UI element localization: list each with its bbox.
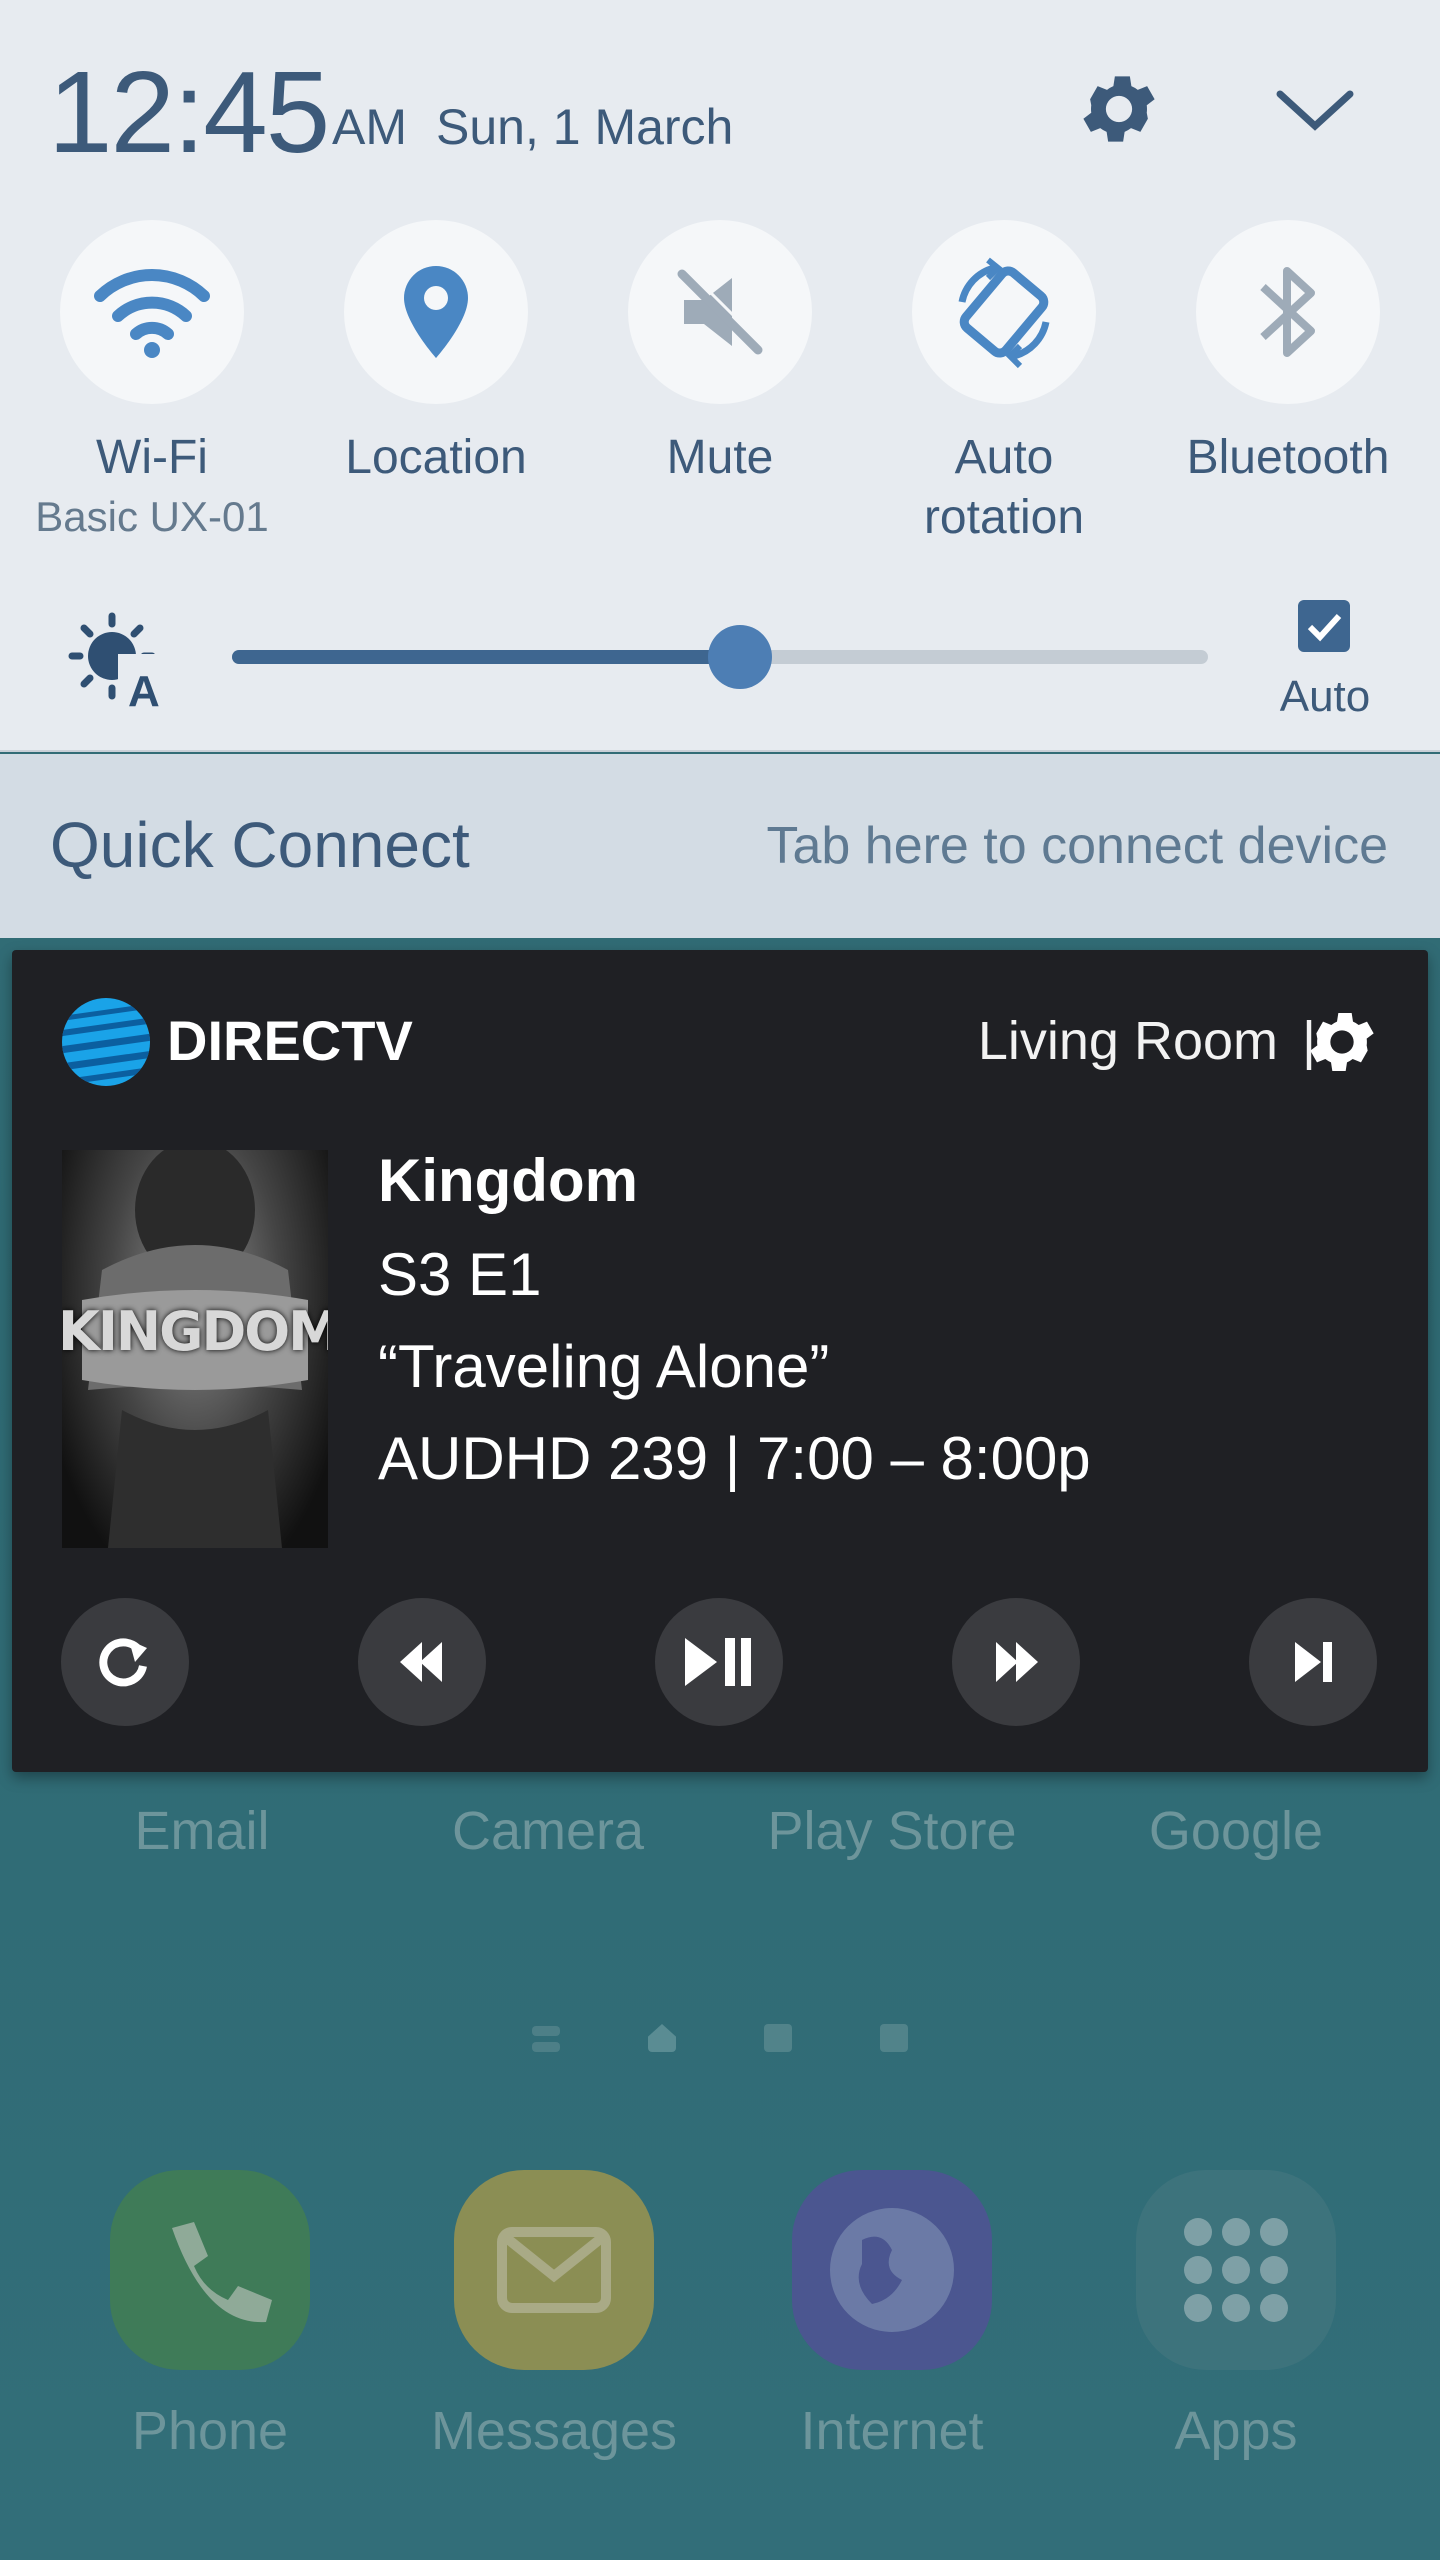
mute-icon [628, 220, 812, 404]
wifi-icon [60, 220, 244, 404]
poster-title-text: KINGDOM [62, 1300, 328, 1363]
auto-brightness-checkbox[interactable] [1298, 600, 1350, 652]
quick-connect-hint: Tab here to connect device [766, 817, 1388, 875]
dock-item-messages[interactable]: Messages [404, 2170, 704, 2462]
quick-connect-bar[interactable]: Quick Connect Tab here to connect device [0, 754, 1440, 938]
att-globe-logo [60, 996, 152, 1088]
play-pause-button[interactable] [655, 1598, 783, 1726]
replay-icon [99, 1638, 147, 1687]
slider-fill [232, 650, 740, 664]
app-label-google[interactable]: Google [1066, 1800, 1406, 1862]
episode-title: “Traveling Alone” [378, 1333, 830, 1400]
directv-brand: DIRECTV [167, 1009, 413, 1072]
svg-text:A: A [128, 667, 160, 710]
dock-label: Messages [430, 2401, 678, 2461]
bluetooth-icon [1196, 220, 1380, 404]
tile-mute[interactable]: Mute [580, 220, 860, 488]
rewind-icon [400, 1642, 442, 1682]
replay-button[interactable] [61, 1598, 189, 1726]
fast-forward-icon [996, 1642, 1038, 1682]
directv-settings-gear-icon[interactable] [1302, 1002, 1382, 1082]
tile-label: Mute [666, 431, 774, 484]
tile-label: Wi-Fi [96, 431, 208, 484]
app-dock: Phone Messages Internet Apps [0, 2170, 1440, 2500]
show-poster-image[interactable]: KINGDOM [62, 1150, 328, 1548]
page-indicator [0, 2020, 1440, 2060]
date: Sun, 1 March [436, 99, 734, 155]
dock-item-apps[interactable]: Apps [1086, 2170, 1386, 2462]
show-title: Kingdom [378, 1147, 638, 1214]
clock-ampm: AM [332, 99, 407, 155]
dock-item-phone[interactable]: Phone [60, 2170, 360, 2462]
brightness-slider[interactable] [232, 625, 1208, 689]
app-label-play-store[interactable]: Play Store [722, 1800, 1062, 1862]
quick-connect-title: Quick Connect [50, 809, 470, 881]
app-label-email[interactable]: Email [32, 1800, 372, 1862]
tile-wifi[interactable]: Wi-Fi Basic UX-01 [12, 220, 292, 546]
page-dot[interactable] [764, 2024, 792, 2052]
quick-settings-panel: 12:45 AM Sun, 1 March Wi-Fi Basic UX-01 … [0, 0, 1440, 752]
app-row: Email Camera Play Store Google [0, 1800, 1440, 1880]
home-page-icon[interactable] [648, 2024, 676, 2052]
dock-item-internet[interactable]: Internet [742, 2170, 1042, 2462]
slider-thumb[interactable] [707, 625, 772, 689]
tile-sublabel: Basic UX-01 [35, 493, 269, 540]
tile-label: Location [345, 431, 527, 484]
tile-location[interactable]: Location [296, 220, 576, 488]
tile-label: Bluetooth [1186, 431, 1390, 484]
page-dot-menu-2 [532, 2042, 560, 2052]
clock: 12:45 [48, 47, 330, 177]
tile-auto-rotation[interactable]: Auto rotation [864, 220, 1144, 548]
episode-number: S3 E1 [378, 1241, 542, 1308]
tile-bluetooth[interactable]: Bluetooth [1148, 220, 1428, 488]
brightness-auto-icon: A [68, 610, 178, 716]
channel-time: AUDHD 239 | 7:00 – 8:00p [378, 1425, 1091, 1492]
dock-label: Phone [131, 2401, 289, 2461]
directv-notification[interactable]: DIRECTV Living Room | KINGDOM Kingdom S3… [12, 950, 1428, 1772]
location-pin-icon [344, 220, 528, 404]
skip-next-icon [1295, 1642, 1332, 1682]
phone-icon [110, 2170, 310, 2370]
fast-forward-button[interactable] [952, 1598, 1080, 1726]
expand-chevron-down-icon[interactable] [1270, 76, 1360, 146]
auto-rotate-icon [912, 220, 1096, 404]
messages-icon [454, 2170, 654, 2370]
dock-label: Apps [1174, 2401, 1298, 2461]
page-dot[interactable] [880, 2024, 908, 2052]
settings-gear-icon[interactable] [1074, 64, 1164, 154]
globe-icon [792, 2170, 992, 2370]
auto-brightness-label: Auto [1279, 672, 1371, 721]
app-label-camera[interactable]: Camera [378, 1800, 718, 1862]
page-dot-menu[interactable] [532, 2026, 560, 2036]
apps-grid-icon [1136, 2170, 1336, 2370]
dock-label: Internet [800, 2401, 984, 2461]
rewind-button[interactable] [358, 1598, 486, 1726]
skip-next-button[interactable] [1249, 1598, 1377, 1726]
play-pause-icon [685, 1638, 751, 1686]
room-name[interactable]: Living Room [978, 1010, 1278, 1072]
tile-label: Auto rotation [923, 431, 1085, 544]
